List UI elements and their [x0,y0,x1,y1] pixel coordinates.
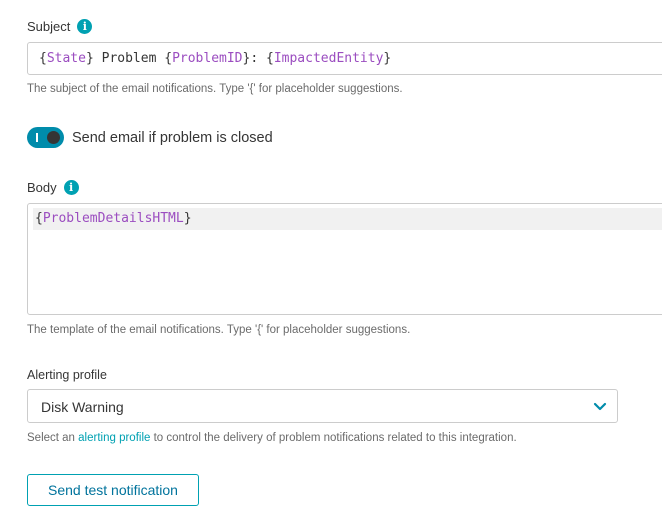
placeholder-token: ImpactedEntity [273,51,384,66]
placeholder-token: State [46,51,86,66]
send-on-close-toggle[interactable] [27,127,64,148]
subject-hint: The subject of the email notifications. … [27,83,403,95]
body-textarea[interactable]: {ProblemDetailsHTML} [27,203,662,315]
info-icon[interactable]: i [77,19,93,34]
chevron-down-icon[interactable] [593,399,607,418]
alerting-hint-prefix: Select an [27,432,79,444]
template-text: } Problem { [85,51,173,66]
template-text: } [183,211,192,226]
alerting-profile-value: Disk Warning [41,399,124,415]
template-text: }: { [242,51,274,66]
body-hint: The template of the email notifications.… [27,324,411,336]
toggle-on-mark [36,133,38,142]
subject-label: Subject [27,19,71,34]
info-icon[interactable]: i [63,180,79,195]
template-text: } [383,51,392,66]
body-label: Body [27,180,57,195]
alerting-profile-select[interactable]: Disk Warning [27,389,618,423]
template-text: { [39,51,47,66]
send-on-close-label: Send email if problem is closed [72,130,273,146]
toggle-knob [47,131,60,144]
alerting-profile-hint: Select an alerting profile to control th… [27,432,517,444]
body-label-row: Body i [27,180,79,195]
body-textarea-value: {ProblemDetailsHTML} [35,211,192,226]
send-test-notification-button[interactable]: Send test notification [27,474,199,506]
subject-label-row: Subject i [27,19,93,34]
alerting-profile-label: Alerting profile [27,368,107,382]
placeholder-token: ProblemID [172,51,243,66]
template-text: { [35,211,43,226]
alerting-profile-link[interactable]: alerting profile [78,432,150,444]
placeholder-token: ProblemDetailsHTML [42,211,184,226]
subject-input[interactable]: {State} Problem {ProblemID}: {ImpactedEn… [27,42,662,75]
subject-input-value: {State} Problem {ProblemID}: {ImpactedEn… [39,51,391,66]
alerting-hint-suffix: to control the delivery of problem notif… [150,432,517,444]
